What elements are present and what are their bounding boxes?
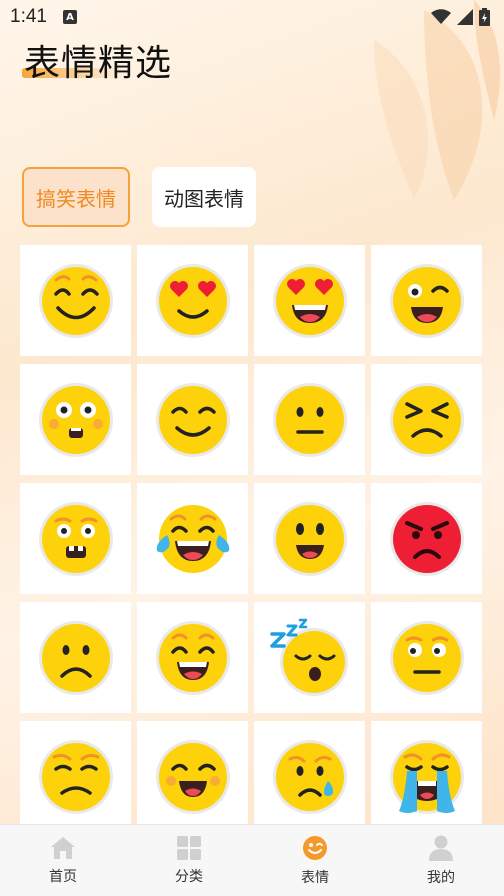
tears-of-joy-emoji-icon bbox=[156, 504, 229, 573]
happy-open-mouth-emoji-icon bbox=[272, 501, 347, 576]
page-title: 表情精选 bbox=[24, 43, 173, 84]
wink-emoji-icon bbox=[389, 263, 464, 338]
emoji-cell[interactable] bbox=[137, 602, 248, 713]
sleeping-emoji-icon bbox=[269, 618, 348, 696]
emoji-cell[interactable] bbox=[371, 364, 482, 475]
emoji-cell[interactable] bbox=[20, 483, 131, 594]
emoji-cell[interactable] bbox=[254, 483, 365, 594]
nav-emoji-label: 表情 bbox=[301, 869, 329, 886]
emoji-cell[interactable] bbox=[20, 602, 131, 713]
tab-animated-emoji[interactable]: 动图表情 bbox=[152, 167, 256, 227]
bottom-navigation: 首页 分类 表情 我的 bbox=[0, 824, 504, 896]
notification-a-icon: A bbox=[62, 10, 77, 24]
status-bar: 1:41 A bbox=[0, 0, 504, 34]
unamused-emoji-icon bbox=[389, 620, 464, 695]
sad-tear-emoji-icon bbox=[272, 739, 347, 814]
emoji-cell[interactable] bbox=[137, 721, 248, 832]
emoji-cell[interactable] bbox=[371, 483, 482, 594]
wink-face-icon bbox=[303, 835, 327, 860]
emoji-cell[interactable] bbox=[137, 483, 248, 594]
neutral-emoji-icon bbox=[272, 382, 347, 457]
frowning-emoji-icon bbox=[38, 620, 113, 695]
nav-mine[interactable]: 我的 bbox=[396, 835, 486, 887]
flushed-emoji-icon bbox=[38, 382, 113, 457]
squint-frown-emoji-icon bbox=[389, 382, 464, 457]
wifi-icon bbox=[431, 9, 451, 24]
person-icon bbox=[429, 835, 453, 861]
emoji-cell[interactable] bbox=[254, 721, 365, 832]
displeased-emoji-icon bbox=[38, 739, 113, 814]
grimace-emoji-icon bbox=[38, 501, 113, 576]
grinning-emoji-icon bbox=[155, 620, 230, 695]
loudly-crying-emoji-icon bbox=[389, 739, 464, 814]
emoji-cell[interactable] bbox=[137, 364, 248, 475]
battery-icon bbox=[479, 8, 490, 26]
emoji-grid bbox=[20, 245, 482, 832]
emoji-cell[interactable] bbox=[371, 245, 482, 356]
heart-eyes-grin-emoji-icon bbox=[272, 263, 347, 338]
nav-category-label: 分类 bbox=[175, 868, 203, 885]
nav-category[interactable]: 分类 bbox=[144, 835, 234, 886]
beaming-emoji-icon bbox=[155, 739, 230, 814]
tab-funny-emoji[interactable]: 搞笑表情 bbox=[22, 167, 130, 227]
nav-home[interactable]: 首页 bbox=[18, 836, 108, 886]
emoji-cell[interactable] bbox=[254, 245, 365, 356]
emoji-cell[interactable] bbox=[371, 721, 482, 832]
emoji-cell[interactable] bbox=[20, 364, 131, 475]
emoji-cell[interactable] bbox=[20, 245, 131, 356]
grid-icon bbox=[177, 835, 201, 860]
content-smile-emoji-icon bbox=[155, 382, 230, 457]
nav-emoji[interactable]: 表情 bbox=[270, 835, 360, 887]
nav-mine-label: 我的 bbox=[427, 869, 455, 886]
emoji-cell[interactable] bbox=[371, 602, 482, 713]
emoji-cell[interactable] bbox=[20, 721, 131, 832]
home-icon bbox=[51, 836, 75, 859]
heart-eyes-smile-emoji-icon bbox=[155, 263, 230, 338]
emoji-cell[interactable] bbox=[254, 602, 365, 713]
emoji-cell[interactable] bbox=[254, 364, 365, 475]
category-tabs: 搞笑表情 动图表情 bbox=[22, 167, 256, 227]
angry-red-emoji-icon bbox=[389, 501, 464, 576]
smiling-eyes-emoji-icon bbox=[38, 263, 113, 338]
signal-icon bbox=[457, 9, 473, 25]
nav-home-label: 首页 bbox=[49, 868, 77, 885]
status-time: 1:41 bbox=[10, 6, 47, 27]
emoji-cell[interactable] bbox=[137, 245, 248, 356]
